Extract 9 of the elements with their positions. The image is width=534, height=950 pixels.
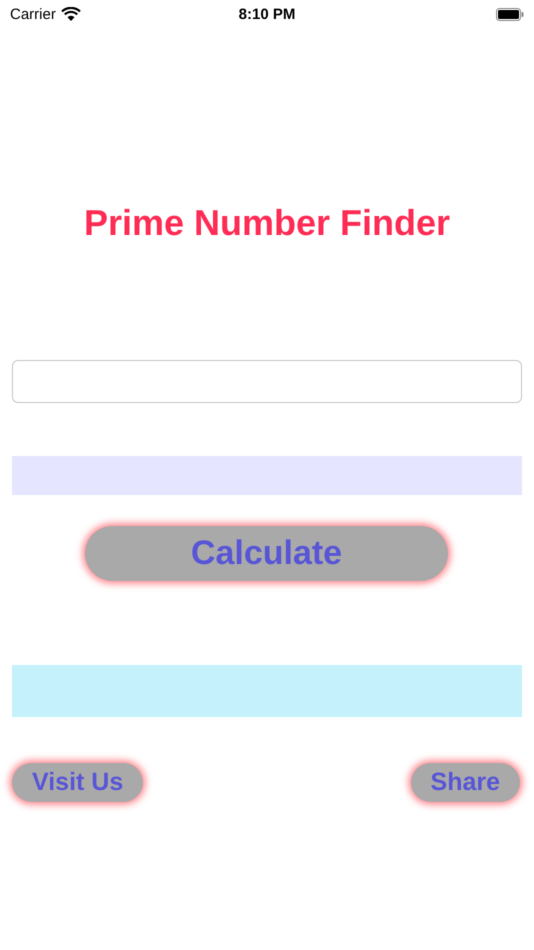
visit-us-button[interactable]: Visit Us [12,763,144,802]
share-button[interactable]: Share [410,763,520,802]
status-time: 8:10 PM [238,6,296,22]
calculate-button[interactable]: Calculate [85,526,448,581]
wifi-icon [60,6,81,22]
carrier-label: Carrier [10,6,56,22]
battery-icon [496,8,524,20]
app-title: Prime Number Finder [82,203,452,243]
number-input-field[interactable] [12,360,522,403]
